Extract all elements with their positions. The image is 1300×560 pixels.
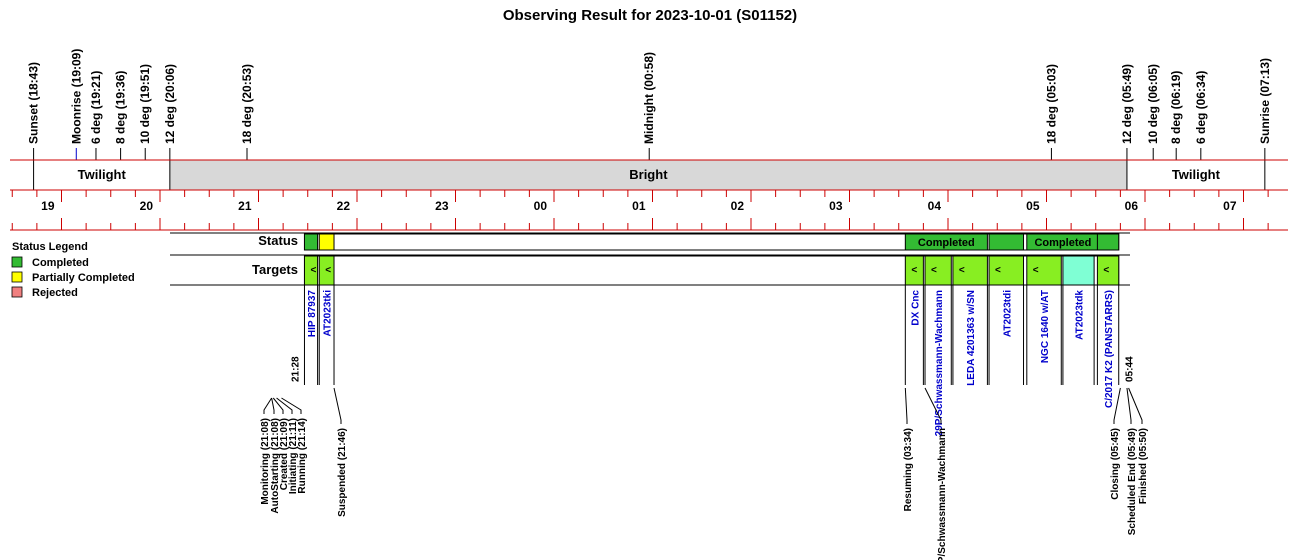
target-marker-c-2017-k2-panstarrs: <: [1103, 265, 1109, 276]
target-marker-at2023tdi: <: [995, 265, 1001, 276]
hour-label-23: 23: [435, 199, 449, 213]
event-connector-2: [272, 397, 284, 414]
timeline-canvas: Observing Result for 2023-10-01 (S01152)…: [10, 7, 1288, 560]
status-legend: Status Legend Completed Partially Complet…: [11, 241, 135, 299]
legend-title: Status Legend: [12, 241, 88, 253]
legend-swatch-rejected: [11, 286, 23, 298]
event-label-running-21-14: Running (21:14): [297, 418, 308, 494]
target-marker-leda-4201363-w-sn: <: [959, 265, 965, 276]
legend-label-completed: Completed: [32, 257, 89, 269]
target-block-29p-schwassmann-wachmann: [924, 255, 952, 286]
target-marker-at2023tki: <: [325, 265, 331, 276]
legend-label-partially-completed: Partially Completed: [32, 272, 135, 284]
row-time-label-0: 21:28: [290, 356, 301, 382]
sun-event-label-6: 18 deg (20:53): [240, 64, 254, 144]
twilight-band-layer: Twilight Bright Twilight: [10, 159, 1288, 191]
status-block-0: [303, 233, 319, 251]
sun-event-label-2: 6 deg (19:21): [89, 71, 103, 144]
status-block-label-2: Completed: [918, 237, 975, 249]
target-label-hip-87937: HIP 87937: [307, 290, 318, 338]
target-marker-ngc-1640-w-at: <: [1033, 265, 1039, 276]
event-connector-6: [904, 387, 908, 424]
sun-event-label-9: 12 deg (05:49): [1120, 64, 1134, 144]
event-label-closing-05-45: Closing (05:45): [1110, 428, 1121, 500]
event-annotations: Monitoring (21:08) AutoStarting (21:08)Cr…: [260, 387, 1149, 560]
target-label-c-2017-k2-panstarrs: C/2017 K2 (PANSTARRS): [1104, 290, 1115, 408]
target-label-ngc-1640-w-at: NGC 1640 w/AT: [1040, 290, 1051, 363]
legend-swatch-completed: [11, 256, 23, 268]
event-connector-1: [271, 397, 275, 414]
event-label-finished-05-50: Finished (05:50): [1138, 428, 1149, 504]
target-marker-hip-87937: <: [310, 265, 316, 276]
sun-event-label-7: Midnight (00:58): [642, 52, 656, 144]
target-label-leda-4201363-w-sn: LEDA 4201363 w/SN: [966, 290, 977, 386]
hour-label-03: 03: [829, 199, 843, 213]
status-block-5: [1096, 233, 1120, 251]
target-label-dx-cnc: DX Cnc: [910, 290, 921, 326]
status-block-1: [318, 233, 335, 251]
hour-label-20: 20: [140, 199, 154, 213]
band-label-1: Bright: [629, 167, 668, 182]
target-marker-dx-cnc: <: [911, 265, 917, 276]
event-label-29p-schwassmann-wachmann: 29P/Schwassmann-Wachmann: [937, 428, 948, 560]
event-connector-5: [333, 387, 342, 424]
status-block-3: [988, 233, 1025, 251]
band-label-0: Twilight: [78, 167, 127, 182]
status-block-label-4: Completed: [1034, 237, 1091, 249]
sun-event-label-10: 10 deg (06:05): [1146, 64, 1160, 144]
event-label-scheduled-end-05-49: Scheduled End (05:49): [1127, 428, 1138, 535]
hour-label-00: 00: [534, 199, 548, 213]
row-time-label-1: 05:44: [1125, 356, 1136, 382]
sun-event-label-3: 8 deg (19:36): [114, 71, 128, 144]
hour-label-19: 19: [41, 199, 55, 213]
hour-label-22: 22: [337, 199, 351, 213]
event-connector-3: [276, 397, 293, 414]
event-label-suspended-21-46: Suspended (21:46): [337, 428, 348, 517]
target-label-at2023tki: AT2023tki: [323, 290, 334, 337]
target-label-29p-schwassmann-wachmann: 29P/Schwassmann-Wachmann: [934, 290, 945, 436]
sun-event-label-12: 6 deg (06:34): [1194, 71, 1208, 144]
hour-label-02: 02: [731, 199, 745, 213]
target-label-at2023tdi: AT2023tdi: [1002, 290, 1013, 337]
sun-event-label-4: 10 deg (19:51): [138, 64, 152, 144]
band-label-2: Twilight: [1172, 167, 1221, 182]
legend-label-rejected: Rejected: [32, 287, 78, 299]
sun-event-label-5: 12 deg (20:06): [163, 64, 177, 144]
sun-event-label-11: 8 deg (06:19): [1169, 71, 1183, 144]
hour-axis: 19 20 21 22 23 00 01 02 03 04 05 06 07: [10, 190, 1288, 231]
page-title: Observing Result for 2023-10-01 (S01152): [503, 7, 797, 24]
sun-event-label-1: Moonrise (19:09): [69, 49, 83, 144]
target-marker-29p-schwassmann-wachmann: <: [931, 265, 937, 276]
hour-label-21: 21: [238, 199, 252, 213]
hour-label-06: 06: [1125, 199, 1139, 213]
event-connector-0: [263, 397, 273, 414]
hour-label-04: 04: [928, 199, 942, 213]
hour-label-05: 05: [1026, 199, 1040, 213]
event-connector-4: [281, 397, 302, 414]
status-row-label: Status: [258, 233, 298, 248]
hour-label-01: 01: [632, 199, 646, 213]
event-label-resuming-03-34: Resuming (03:34): [903, 428, 914, 511]
target-label-at2023tdk: AT2023tdk: [1075, 290, 1086, 340]
sun-event-label-8: 18 deg (05:03): [1044, 64, 1058, 144]
sun-event-layer: Sunset (18:43) Moonrise (19:09) 6 deg (19:…: [27, 49, 1272, 160]
targets-row-label: Targets: [252, 262, 298, 277]
legend-swatch-partially-completed: [11, 271, 23, 283]
sun-event-label-0: Sunset (18:43): [27, 62, 41, 144]
hour-label-07: 07: [1223, 199, 1237, 213]
sun-event-label-13: Sunrise (07:13): [1258, 58, 1272, 144]
target-block-at2023tdk: [1062, 255, 1095, 286]
